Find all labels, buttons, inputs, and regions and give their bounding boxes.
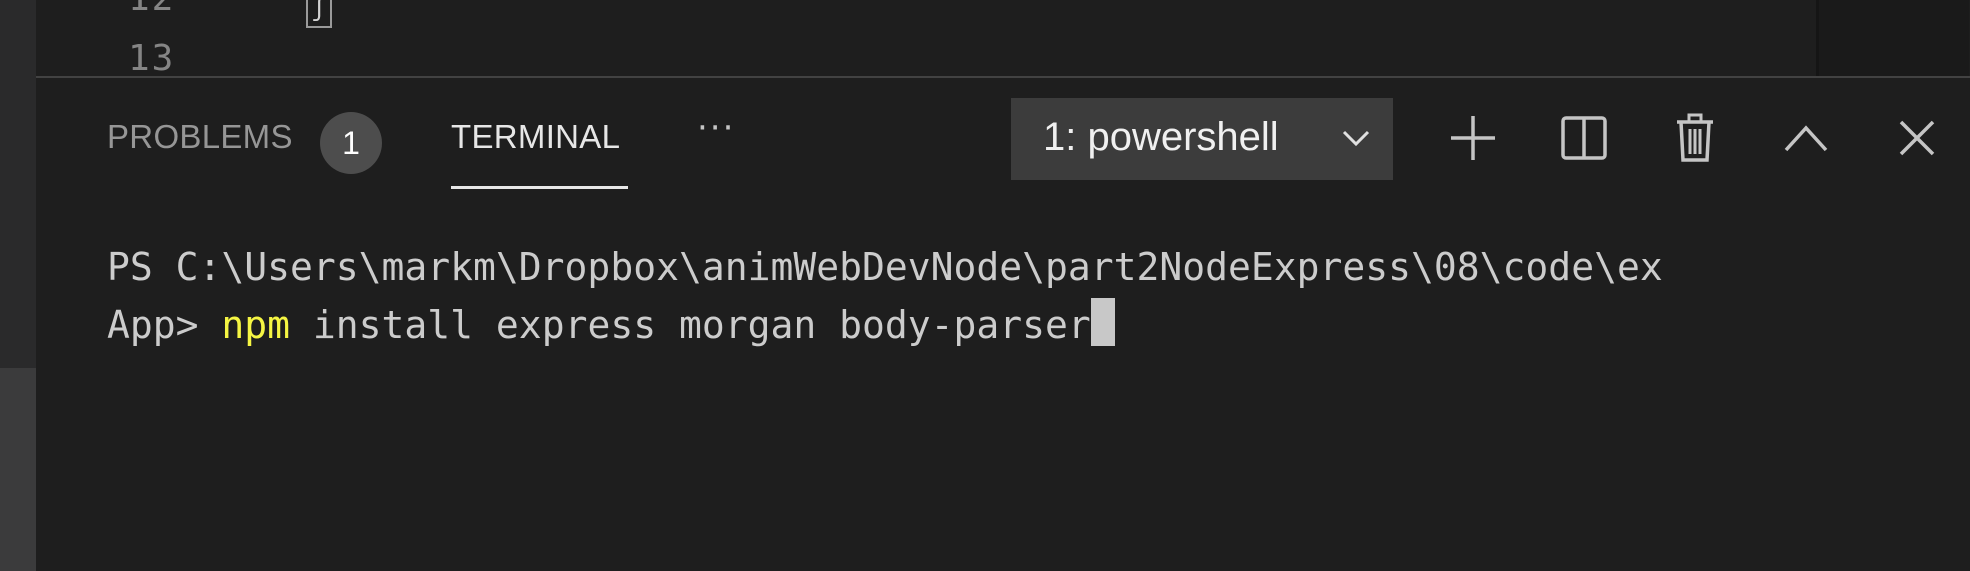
terminal-selector-dropdown[interactable]: 1: powershell [1011, 98, 1393, 180]
kill-terminal-button[interactable] [1665, 108, 1725, 168]
vscode-window: 12 ʃ 13 PROBLEMS 1 TERMINAL ··· 1: power… [0, 0, 1970, 571]
close-panel-button[interactable] [1887, 108, 1947, 168]
maximize-panel-button[interactable] [1776, 108, 1836, 168]
more-actions-icon[interactable]: ··· [697, 108, 735, 148]
activity-bar-edge [0, 0, 36, 571]
prompt-path-line: PS C:\Users\markm\Dropbox\animWebDevNode… [107, 245, 1663, 289]
command-args: install express morgan body-parser [290, 303, 1091, 347]
prompt-continuation: App> [107, 303, 222, 347]
trash-icon [1677, 113, 1713, 162]
code-glyph: ʃ [306, 0, 332, 28]
terminal-output[interactable]: PS C:\Users\markm\Dropbox\animWebDevNode… [107, 238, 1947, 354]
editor-area[interactable]: 12 ʃ 13 [36, 0, 1970, 76]
terminal-selector-value: 1: powershell [1043, 115, 1279, 159]
line-number-12: 12 [128, 0, 175, 19]
active-tab-indicator [451, 186, 628, 189]
command-name: npm [221, 303, 291, 347]
new-terminal-button[interactable] [1443, 108, 1503, 168]
scrollbar-thumb[interactable] [0, 368, 36, 571]
panel-header: PROBLEMS 1 TERMINAL ··· 1: powershell [36, 78, 1970, 196]
chevron-up-icon [1784, 125, 1828, 152]
plus-icon [1451, 116, 1495, 160]
close-icon [1899, 120, 1935, 156]
minimap[interactable] [1816, 0, 1969, 76]
tab-terminal[interactable]: TERMINAL [451, 118, 620, 156]
line-number-13: 13 [128, 38, 176, 76]
tab-problems[interactable]: PROBLEMS [107, 118, 293, 156]
bottom-panel: PROBLEMS 1 TERMINAL ··· 1: powershell PS… [36, 76, 1970, 571]
split-editor-icon [1561, 116, 1607, 160]
chevron-down-icon [1342, 130, 1370, 147]
problems-count-badge: 1 [320, 112, 382, 174]
terminal-cursor [1090, 298, 1115, 346]
split-terminal-button[interactable] [1554, 108, 1614, 168]
